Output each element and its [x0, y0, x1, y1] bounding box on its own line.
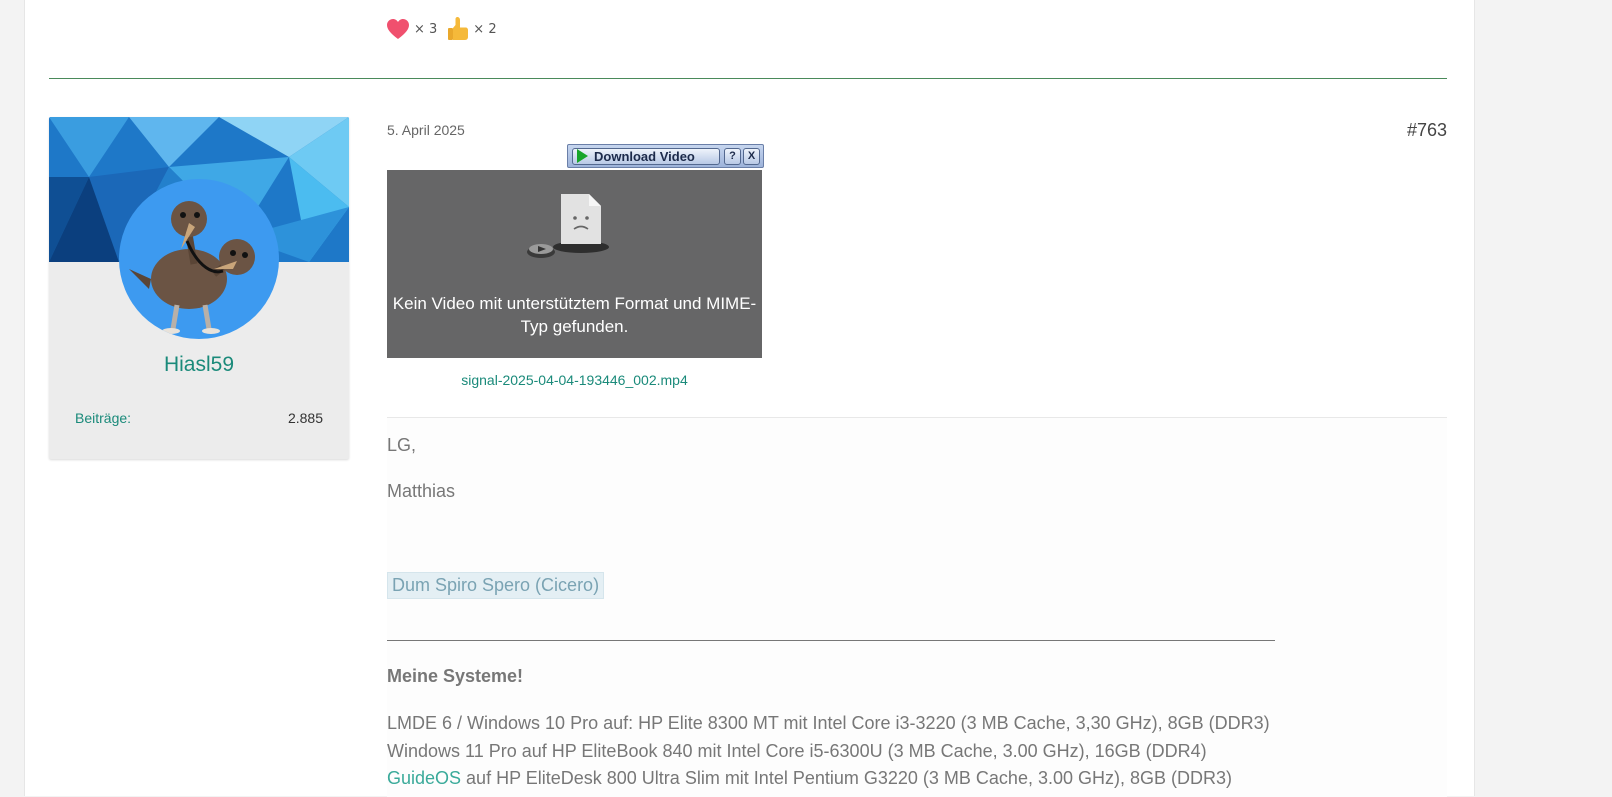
system-line-3-text: auf HP EliteDesk 800 Ultra Slim mit Inte… — [461, 768, 1232, 788]
avatar[interactable] — [119, 179, 279, 339]
post-number[interactable]: #763 — [1407, 120, 1447, 141]
post-date[interactable]: 5. April 2025 — [387, 122, 465, 138]
close-button[interactable]: X — [743, 147, 760, 165]
posts-label[interactable]: Beiträge: — [75, 410, 131, 426]
bird-avatar-icon — [129, 201, 255, 334]
download-video-label: Download Video — [594, 148, 695, 164]
heart-icon[interactable] — [386, 18, 410, 40]
reactions-bar[interactable]: × 3 × 2 — [386, 16, 499, 42]
signature-greeting: LG, — [387, 435, 417, 455]
thumbs-up-count: × 2 — [473, 21, 497, 37]
signature: LG, Matthias Dum Spiro Spero (Cicero) Me… — [387, 417, 1447, 797]
attachment-link[interactable]: signal-2025-04-04-193446_002.mp4 — [387, 372, 762, 388]
video-error-message: Kein Video mit unterstütztem Format und … — [392, 294, 757, 336]
system-line-1: LMDE 6 / Windows 10 Pro auf: HP Elite 83… — [387, 713, 1270, 733]
guideos-link[interactable]: GuideOS — [387, 768, 461, 788]
post-divider — [49, 78, 1447, 79]
signature-name: Matthias — [387, 481, 456, 501]
download-video-toolbar: Download Video ? X — [567, 144, 764, 168]
posts-count: 2.885 — [287, 410, 323, 426]
download-video-button[interactable]: Download Video — [572, 147, 720, 165]
signature-quote: Dum Spiro Spero (Cicero) — [387, 572, 605, 599]
video-player[interactable]: Kein Video mit unterstütztem Format und … — [387, 170, 762, 358]
thumbs-up-icon[interactable] — [447, 16, 469, 42]
signature-rule — [387, 640, 1275, 641]
username-link[interactable]: Hiasl59 — [49, 353, 349, 377]
broken-file-icon — [527, 194, 609, 258]
system-line-3: GuideOS auf HP EliteDesk 800 Ultra Slim … — [387, 768, 1232, 789]
play-icon — [577, 149, 588, 163]
systems-title: Meine Systeme! — [387, 666, 524, 686]
help-button[interactable]: ? — [724, 147, 741, 165]
user-card: Hiasl59 Beiträge: 2.885 — [49, 117, 349, 459]
system-line-2: Windows 11 Pro auf HP EliteBook 840 mit … — [387, 741, 1207, 761]
heart-count: × 3 — [414, 21, 438, 37]
